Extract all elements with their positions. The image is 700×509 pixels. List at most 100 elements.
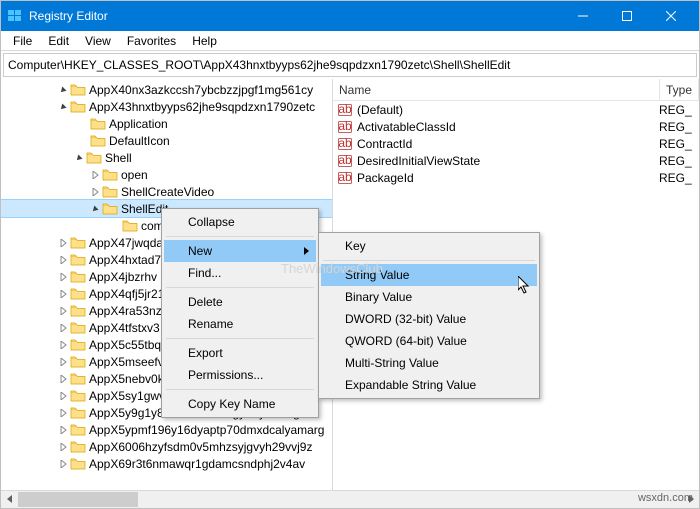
no-expander xyxy=(77,118,89,130)
submenu-item-qword-bit-value[interactable]: QWORD (64-bit) Value xyxy=(321,330,537,352)
tree-node[interactable]: ShellCreateVideo xyxy=(1,183,332,200)
address-bar[interactable] xyxy=(3,53,697,77)
collapse-icon[interactable] xyxy=(57,84,69,96)
no-expander xyxy=(77,135,89,147)
tree-label: AppX4qfj5jr21 xyxy=(89,287,164,301)
tree-node[interactable]: AppX40nx3azkccsh7ybcbzzjpgf1mg561cy xyxy=(1,81,332,98)
menu-item-rename[interactable]: Rename xyxy=(164,313,316,335)
folder-icon xyxy=(70,83,86,97)
tree-label: AppX47jwqda xyxy=(89,236,163,250)
close-button[interactable] xyxy=(649,1,693,31)
menu-file[interactable]: File xyxy=(5,32,40,50)
folder-icon xyxy=(70,287,86,301)
menu-item-collapse[interactable]: Collapse xyxy=(164,211,316,233)
scroll-thumb[interactable] xyxy=(18,492,138,507)
list-row[interactable]: abContractIdREG_ xyxy=(333,135,699,152)
expand-icon[interactable] xyxy=(57,322,69,334)
tree-node[interactable]: AppX5ypmf196y16dyaptp70dmxdcalyamarg xyxy=(1,421,332,438)
list-row[interactable]: ab(Default)REG_ xyxy=(333,101,699,118)
folder-icon xyxy=(86,151,102,165)
menu-item-permissions-[interactable]: Permissions... xyxy=(164,364,316,386)
footer-watermark: wsxdn.com xyxy=(638,492,693,504)
svg-text:ab: ab xyxy=(338,154,352,167)
submenu-item-expandable-string-value[interactable]: Expandable String Value xyxy=(321,374,537,396)
tree-node[interactable]: DefaultIcon xyxy=(1,132,332,149)
list-row[interactable]: abActivatableClassIdREG_ xyxy=(333,118,699,135)
tree-node[interactable]: Application xyxy=(1,115,332,132)
tree-node[interactable]: Shell xyxy=(1,149,332,166)
tree-label: DefaultIcon xyxy=(109,134,170,148)
submenu-item-binary-value[interactable]: Binary Value xyxy=(321,286,537,308)
folder-icon xyxy=(70,236,86,250)
window-title: Registry Editor xyxy=(29,9,561,23)
maximize-button[interactable] xyxy=(605,1,649,31)
expand-icon[interactable] xyxy=(57,288,69,300)
expand-icon[interactable] xyxy=(57,305,69,317)
menu-view[interactable]: View xyxy=(77,32,119,50)
minimize-button[interactable] xyxy=(561,1,605,31)
expand-icon[interactable] xyxy=(57,254,69,266)
submenu-item-string-value[interactable]: String Value xyxy=(321,264,537,286)
value-name: ContractId xyxy=(357,137,659,151)
folder-icon xyxy=(70,372,86,386)
value-name: (Default) xyxy=(357,103,659,117)
expand-icon[interactable] xyxy=(89,169,101,181)
value-name: DesiredInitialViewState xyxy=(357,154,659,168)
submenu-item-key[interactable]: Key xyxy=(321,235,537,257)
expand-icon[interactable] xyxy=(57,424,69,436)
expand-icon[interactable] xyxy=(57,441,69,453)
menu-item-find-[interactable]: Find... xyxy=(164,262,316,284)
horizontal-scrollbar[interactable] xyxy=(1,490,699,507)
collapse-icon[interactable] xyxy=(73,152,85,164)
window-controls xyxy=(561,1,693,31)
submenu-item-dword-bit-value[interactable]: DWORD (32-bit) Value xyxy=(321,308,537,330)
no-expander xyxy=(109,220,121,232)
list-row[interactable]: abPackageIdREG_ xyxy=(333,169,699,186)
folder-icon xyxy=(70,423,86,437)
column-name[interactable]: Name xyxy=(333,79,660,100)
tree-label: AppX4hxtad7 xyxy=(89,253,161,267)
menu-help[interactable]: Help xyxy=(184,32,225,50)
folder-icon xyxy=(70,389,86,403)
tree-node[interactable]: open xyxy=(1,166,332,183)
expand-icon[interactable] xyxy=(57,458,69,470)
list-header: Name Type xyxy=(333,79,699,101)
context-menu[interactable]: Collapse NewFind... DeleteRename ExportPerm… xyxy=(161,208,319,418)
column-type[interactable]: Type xyxy=(660,79,699,100)
expand-icon[interactable] xyxy=(57,339,69,351)
menu-separator xyxy=(166,338,314,339)
tree-node[interactable]: AppX69r3t6nmawqr1gdamcsndphj2v4av xyxy=(1,455,332,472)
collapse-icon[interactable] xyxy=(89,203,101,215)
svg-text:ab: ab xyxy=(338,137,352,150)
folder-icon xyxy=(70,321,86,335)
expand-icon[interactable] xyxy=(57,390,69,402)
new-submenu[interactable]: Key String ValueBinary ValueDWORD (32-bit… xyxy=(318,232,540,399)
tree-node[interactable]: AppX43hnxtbyyps62jhe9sqpdzxn1790zetc xyxy=(1,98,332,115)
menu-separator xyxy=(166,236,314,237)
scroll-left-arrow[interactable] xyxy=(1,491,18,508)
menu-item-new[interactable]: New xyxy=(164,240,316,262)
address-input[interactable] xyxy=(8,58,692,72)
expand-icon[interactable] xyxy=(89,186,101,198)
svg-text:ab: ab xyxy=(338,171,352,184)
expand-icon[interactable] xyxy=(57,356,69,368)
menu-item-export[interactable]: Export xyxy=(164,342,316,364)
expand-icon[interactable] xyxy=(57,271,69,283)
menu-item-delete[interactable]: Delete xyxy=(164,291,316,313)
app-icon xyxy=(7,8,23,24)
expand-icon[interactable] xyxy=(57,407,69,419)
menu-item-copy-key-name[interactable]: Copy Key Name xyxy=(164,393,316,415)
list-row[interactable]: abDesiredInitialViewStateREG_ xyxy=(333,152,699,169)
folder-icon xyxy=(70,100,86,114)
value-name: ActivatableClassId xyxy=(357,120,659,134)
expand-icon[interactable] xyxy=(57,373,69,385)
string-value-icon: ab xyxy=(337,154,353,168)
tree-node[interactable]: AppX6006hzyfsdm0v5mhzsyjgvyh29vvj9z xyxy=(1,438,332,455)
submenu-item-multi-string-value[interactable]: Multi-String Value xyxy=(321,352,537,374)
scroll-track[interactable] xyxy=(18,491,682,508)
menu-edit[interactable]: Edit xyxy=(40,32,77,50)
expand-icon[interactable] xyxy=(57,237,69,249)
collapse-icon[interactable] xyxy=(57,101,69,113)
folder-icon xyxy=(102,185,118,199)
menu-favorites[interactable]: Favorites xyxy=(119,32,184,50)
